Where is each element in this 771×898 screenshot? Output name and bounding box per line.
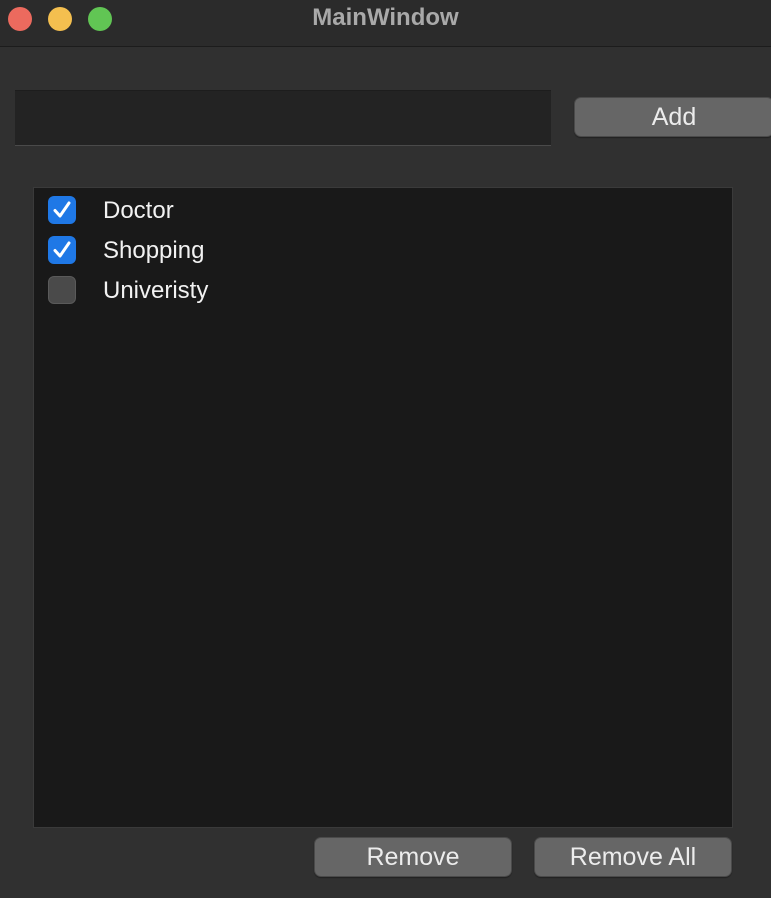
item-label: Univeristy xyxy=(103,277,209,304)
list-item[interactable]: Doctor xyxy=(34,190,732,230)
list-item[interactable]: Shopping xyxy=(34,230,732,270)
item-checkbox[interactable] xyxy=(48,276,76,304)
todo-text-input[interactable] xyxy=(15,90,551,146)
checkmark-icon xyxy=(53,201,71,218)
title-bar: MainWindow xyxy=(0,0,771,47)
checkmark-icon xyxy=(53,241,71,258)
item-label: Doctor xyxy=(103,197,174,224)
item-checkbox[interactable] xyxy=(48,236,76,264)
main-window: MainWindow Add Doctor Shopping Univerist… xyxy=(0,0,771,898)
add-button[interactable]: Add xyxy=(574,97,771,137)
remove-button[interactable]: Remove xyxy=(314,837,512,877)
list-item[interactable]: Univeristy xyxy=(34,270,732,310)
window-title: MainWindow xyxy=(312,4,459,31)
remove-all-button[interactable]: Remove All xyxy=(534,837,732,877)
todo-list[interactable]: Doctor Shopping Univeristy xyxy=(33,187,733,828)
item-label: Shopping xyxy=(103,237,205,264)
item-checkbox[interactable] xyxy=(48,196,76,224)
